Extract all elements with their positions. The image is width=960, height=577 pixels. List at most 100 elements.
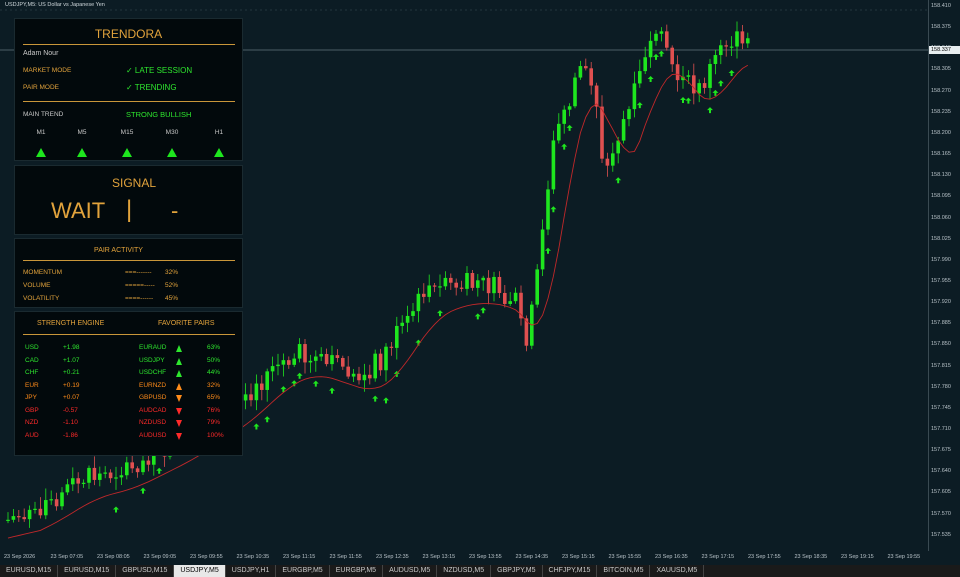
arrow-up-icon xyxy=(176,370,182,377)
buy-arrow-icon xyxy=(264,416,271,423)
candle-body xyxy=(395,325,399,348)
arrow-up-icon xyxy=(176,382,182,390)
chart-title: USDJPY,M5: US Dollar vs Japanese Yen xyxy=(5,2,105,8)
candle-body xyxy=(729,46,734,48)
candle-body xyxy=(627,109,631,120)
currency-strength: -1.10 xyxy=(63,419,78,426)
currency-code: JPY xyxy=(25,394,37,401)
divider xyxy=(23,260,235,261)
time-tick: 23 Sep 19:15 xyxy=(841,554,874,560)
price-tick: 158.410 xyxy=(931,3,951,9)
buy-arrow-icon xyxy=(372,395,379,402)
candle-body xyxy=(735,31,739,47)
time-tick: 23 Sep 09:05 xyxy=(143,554,177,560)
chart-tab[interactable]: GBPJPY,M5 xyxy=(491,565,543,577)
currency-strength: +1.98 xyxy=(63,344,80,351)
time-tick: 23 Sep 16:35 xyxy=(655,554,688,560)
trend-up-icon xyxy=(77,148,87,157)
activity-percent: 52% xyxy=(165,282,179,289)
chart-tab[interactable]: CHFJPY,M15 xyxy=(543,565,598,577)
favorite-percent: 44% xyxy=(207,369,221,376)
favorite-percent: 32% xyxy=(207,381,221,389)
candle-body xyxy=(98,473,102,480)
buy-arrow-icon xyxy=(480,307,487,314)
activity-bar: ====------ xyxy=(125,295,154,302)
candle-body xyxy=(297,344,302,359)
candle-body xyxy=(476,280,480,288)
chart-tab[interactable]: USDJPY,M5 xyxy=(174,565,226,577)
divider xyxy=(23,44,235,45)
candle-body xyxy=(638,71,642,84)
buy-arrow-icon xyxy=(685,97,692,104)
activity-label: MOMENTUM xyxy=(23,269,62,276)
divider xyxy=(23,101,235,102)
main-trend-value: STRONG BULLISH xyxy=(126,110,192,119)
price-tick: 157.920 xyxy=(931,299,951,306)
chart-tab[interactable]: NZDUSD,M5 xyxy=(437,565,492,577)
time-tick: 23 Sep 15:55 xyxy=(608,554,642,560)
chart-tab[interactable]: AUDUSD,M5 xyxy=(383,565,438,577)
arrow-down-icon xyxy=(176,432,182,440)
time-axis[interactable]: 23 Sep 2026 23 Sep 07:05 23 Sep 08:05 23 Se… xyxy=(0,551,928,565)
candle-body xyxy=(675,64,680,81)
favorite-pair: NZDUSD xyxy=(139,419,167,426)
chart-tab[interactable]: BITCOIN,M5 xyxy=(597,565,651,577)
candle-body xyxy=(470,273,475,288)
candle-body xyxy=(724,45,728,47)
candle-body xyxy=(335,355,340,358)
candle-body xyxy=(71,478,75,485)
chart-tab[interactable]: EURUSD,M15 xyxy=(58,565,117,577)
time-tick: 23 Sep 18:35 xyxy=(794,554,828,560)
candle-body xyxy=(427,285,431,297)
candle-body xyxy=(513,292,518,302)
candle-body xyxy=(60,492,64,507)
chart-tab[interactable]: USDJPY,H1 xyxy=(226,565,277,577)
price-tick: 157.885 xyxy=(931,320,951,327)
buy-arrow-icon xyxy=(615,177,622,184)
price-tick: 157.570 xyxy=(931,510,951,517)
candle-body xyxy=(76,478,80,484)
candle-body xyxy=(740,31,745,44)
main-trend-label: MAIN TREND xyxy=(23,111,64,118)
trendora-header-panel: TRENDORA Adam Nour MARKET MODE ✓ LATE SE… xyxy=(14,18,243,161)
candle-body xyxy=(621,119,626,141)
price-tick: 158.235 xyxy=(931,108,951,115)
candle-body xyxy=(400,322,404,326)
signal-direction: - xyxy=(171,198,179,223)
buy-arrow-icon xyxy=(329,387,335,394)
candle-body xyxy=(389,346,394,348)
candle-body xyxy=(449,277,453,283)
candle-body xyxy=(670,47,674,65)
activity-percent: 32% xyxy=(165,269,179,276)
arrow-up-icon xyxy=(176,357,182,365)
candle-body xyxy=(27,509,32,520)
buy-arrow-icon xyxy=(474,313,481,320)
chart-tab[interactable]: XAUUSD,M5 xyxy=(650,565,705,577)
buy-arrow-icon xyxy=(653,53,659,60)
candle-body xyxy=(308,360,313,363)
arrow-down-icon xyxy=(176,420,182,427)
chart-tab[interactable]: GBPUSD,M15 xyxy=(116,565,175,577)
candle-body xyxy=(659,31,664,34)
price-axis[interactable]: 158.410158.375158.340158.305158.270158.2… xyxy=(928,0,960,551)
trend-up-icon xyxy=(122,148,132,157)
currency-code: NZD xyxy=(25,419,39,426)
time-tick: 23 Sep 09:55 xyxy=(190,554,223,560)
candle-body xyxy=(54,499,59,507)
candle-body xyxy=(103,472,107,474)
candle-body xyxy=(351,373,356,377)
chart-tab[interactable]: EURGBP,M5 xyxy=(330,565,384,577)
candle-body xyxy=(65,484,70,493)
chart-tab[interactable]: EURUSD,M15 xyxy=(0,565,59,577)
candle-body xyxy=(692,75,696,94)
price-tick: 158.095 xyxy=(931,193,951,200)
chart-tab[interactable]: EURGBP,M5 xyxy=(276,565,330,577)
favorite-percent: 76% xyxy=(207,406,221,414)
candle-body xyxy=(81,482,86,484)
candle-body xyxy=(438,286,442,288)
candle-body xyxy=(454,282,458,288)
buy-arrow-icon xyxy=(550,206,557,213)
candle-body xyxy=(697,83,701,94)
candle-body xyxy=(303,344,307,363)
candle-body xyxy=(648,40,653,58)
